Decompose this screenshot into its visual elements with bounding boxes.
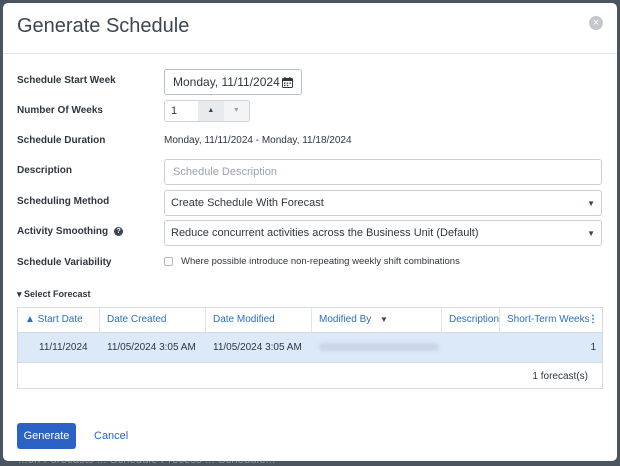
- cell-modified-by: [312, 333, 442, 362]
- cell-short-term-weeks: 1: [590, 342, 596, 353]
- smoothing-label-text: Activity Smoothing: [17, 226, 109, 237]
- description-label: Description: [17, 165, 73, 176]
- help-icon[interactable]: ?: [114, 227, 124, 236]
- forecast-count: 1 forecast(s): [532, 371, 588, 382]
- filter-icon[interactable]: ▼: [380, 315, 388, 324]
- smoothing-label: Activity Smoothing?: [17, 226, 124, 237]
- table-row[interactable]: 11/11/2024 11/05/2024 3:05 AM 11/05/2024…: [18, 333, 602, 363]
- description-input[interactable]: Schedule Description: [164, 159, 602, 185]
- method-label: Scheduling Method: [17, 196, 110, 207]
- num-weeks-row: Number Of Weeks 1 ▲ ▼: [17, 99, 603, 125]
- forecast-grid: ▲ Start Date Date Created Date Modified …: [17, 307, 603, 389]
- col-description[interactable]: Description: [442, 308, 500, 332]
- cell-start-date: 11/11/2024: [39, 342, 88, 353]
- start-week-value: Monday, 11/11/2024: [173, 75, 280, 89]
- duration-label: Schedule Duration: [17, 135, 106, 146]
- variability-checkbox-label: Where possible introduce non-repeating w…: [181, 256, 460, 267]
- calendar-icon[interactable]: [282, 76, 293, 88]
- cell-date-created: 11/05/2024 3:05 AM: [107, 342, 196, 353]
- smoothing-row: Activity Smoothing? Reduce concurrent ac…: [17, 220, 603, 246]
- decrement-icon[interactable]: ▼: [223, 101, 249, 121]
- col-date-modified[interactable]: Date Modified: [206, 308, 312, 332]
- col-short-term-weeks-label: Short-Term Weeks: [507, 314, 590, 325]
- num-weeks-stepper[interactable]: 1 ▲ ▼: [164, 100, 250, 122]
- dialog-header: Generate Schedule ×: [3, 3, 617, 54]
- start-week-date-input[interactable]: Monday, 11/11/2024: [164, 69, 302, 95]
- activity-smoothing-select[interactable]: Reduce concurrent activities across the …: [164, 220, 602, 246]
- scheduling-method-select[interactable]: Create Schedule With Forecast ▼: [164, 190, 602, 216]
- dialog-title: Generate Schedule: [17, 15, 190, 37]
- start-week-row: Schedule Start Week Monday, 11/11/2024: [17, 69, 603, 95]
- num-weeks-value[interactable]: 1: [165, 101, 198, 121]
- cell-description: [442, 333, 500, 362]
- col-start-date[interactable]: ▲ Start Date: [18, 308, 100, 332]
- method-value: Create Schedule With Forecast: [171, 197, 324, 209]
- variability-row: Schedule Variability Where possible intr…: [17, 251, 603, 277]
- chevron-down-icon: ▼: [587, 198, 595, 208]
- method-row: Scheduling Method Create Schedule With F…: [17, 190, 603, 216]
- generate-schedule-dialog: Generate Schedule × Schedule Start Week …: [3, 3, 617, 461]
- select-forecast-toggle[interactable]: ▾ Select Forecast: [17, 289, 91, 300]
- num-weeks-label: Number Of Weeks: [17, 105, 103, 116]
- col-modified-by[interactable]: Modified By ▼: [312, 308, 442, 332]
- description-row: Description Schedule Description: [17, 159, 603, 185]
- start-week-label: Schedule Start Week: [17, 75, 116, 86]
- variability-checkbox[interactable]: [164, 257, 173, 266]
- cell-date-modified: 11/05/2024 3:05 AM: [213, 342, 302, 353]
- increment-icon[interactable]: ▲: [198, 101, 224, 121]
- description-placeholder: Schedule Description: [173, 166, 277, 178]
- close-icon[interactable]: ×: [589, 16, 603, 30]
- column-menu-icon[interactable]: ⋮: [588, 308, 598, 332]
- col-short-term-weeks[interactable]: Short-Term Weeks ⋮: [500, 308, 602, 332]
- variability-option[interactable]: Where possible introduce non-repeating w…: [164, 256, 460, 267]
- redacted-user: [319, 343, 439, 351]
- dialog-footer: Generate Cancel: [17, 423, 128, 449]
- grid-header: ▲ Start Date Date Created Date Modified …: [18, 308, 602, 333]
- cancel-button[interactable]: Cancel: [94, 430, 128, 442]
- col-date-created[interactable]: Date Created: [100, 308, 206, 332]
- variability-label: Schedule Variability: [17, 257, 112, 268]
- duration-row: Schedule Duration Monday, 11/11/2024 - M…: [17, 129, 603, 155]
- smoothing-value: Reduce concurrent activities across the …: [171, 227, 479, 239]
- generate-button[interactable]: Generate: [17, 423, 76, 449]
- col-modified-by-label: Modified By: [319, 314, 372, 325]
- chevron-down-icon: ▼: [587, 228, 595, 238]
- duration-value: Monday, 11/11/2024 - Monday, 11/18/2024: [164, 135, 352, 146]
